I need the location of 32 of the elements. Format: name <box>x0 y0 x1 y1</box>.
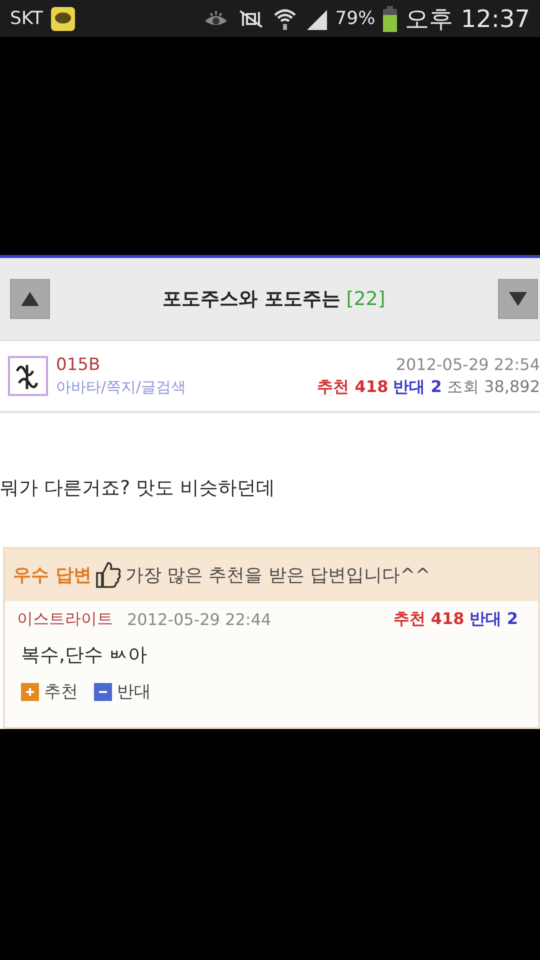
battery-percent: 79% <box>335 8 376 29</box>
chat-app-icon <box>50 6 75 30</box>
carrier-label: SKT <box>10 8 43 29</box>
vote-button[interactable]: 추천 <box>21 680 78 703</box>
wifi-icon <box>273 6 298 30</box>
author-name[interactable]: 015B <box>56 355 100 375</box>
next-button[interactable] <box>498 279 538 319</box>
battery-icon <box>383 6 398 32</box>
minus-icon <box>94 682 112 700</box>
answer-recommend-count: 추천 418 <box>393 609 464 630</box>
best-answer-label: 우수 답변 <box>13 564 92 587</box>
view-count: 조회 38,892 <box>446 376 540 398</box>
answer-oppose-count: 반대 2 <box>469 609 518 630</box>
clock: 오후 12:37 <box>405 4 530 34</box>
post-date: 2012-05-29 22:54 <box>396 354 540 374</box>
post-title: 포도주스와 포도주는 <box>162 287 340 312</box>
answer-author[interactable]: 이스트라이트 <box>17 609 113 630</box>
post-body: 뭐가 다른거죠? 맛도 비슷하던데 <box>0 476 276 501</box>
best-answer-note: 가장 많은 추천을 받은 답변입니다^^ <box>125 564 430 587</box>
recommend-count: 추천 418 <box>317 376 388 398</box>
comment-count: [22] <box>346 288 386 310</box>
oppose-count: 반대 2 <box>393 376 442 398</box>
down-triangle-icon <box>508 292 527 306</box>
answer-body: 복수,단수 ㅄ아 <box>20 643 148 668</box>
previous-button[interactable] <box>10 279 50 319</box>
signal-icon <box>305 8 328 30</box>
vote-button[interactable]: 반대 <box>94 680 151 703</box>
up-triangle-icon <box>21 292 39 306</box>
answer-date: 2012-05-29 22:44 <box>127 610 272 629</box>
author-links[interactable]: 아바타/쪽지/글검색 <box>56 378 186 397</box>
plus-icon <box>21 682 39 700</box>
thumbs-up-icon <box>95 561 122 589</box>
